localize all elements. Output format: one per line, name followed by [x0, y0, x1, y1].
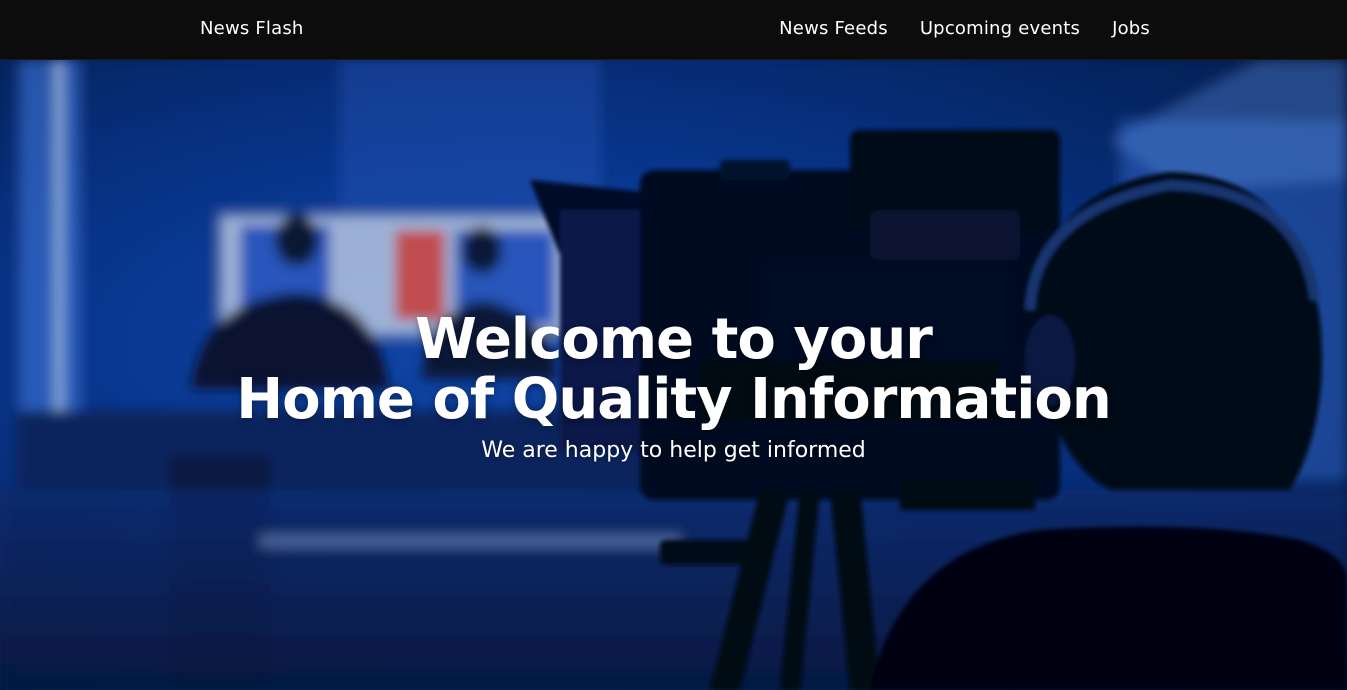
headline-line-1: Welcome to your — [415, 307, 933, 372]
nav-link-jobs[interactable]: Jobs — [1112, 18, 1150, 39]
hero-text: Welcome to your Home of Quality Informat… — [0, 310, 1347, 466]
hero-headline: Welcome to your Home of Quality Informat… — [0, 310, 1347, 430]
hero-section: Welcome to your Home of Quality Informat… — [0, 60, 1347, 690]
nav-link-news-feeds[interactable]: News Feeds — [779, 18, 888, 39]
brand-link[interactable]: News Flash — [200, 18, 304, 39]
hero-subtitle: We are happy to help get informed — [481, 438, 866, 463]
top-navbar: News Flash News Feeds Upcoming events Jo… — [0, 0, 1347, 60]
headline-line-2: Home of Quality Information — [236, 367, 1112, 432]
nav-link-upcoming-events[interactable]: Upcoming events — [920, 18, 1080, 39]
nav-links: News Feeds Upcoming events Jobs — [779, 18, 1150, 39]
